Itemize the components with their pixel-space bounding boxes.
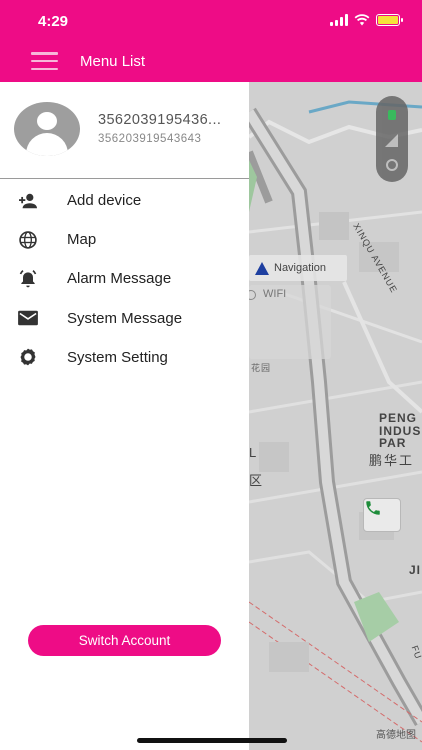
- cellular-signal-icon: [330, 14, 348, 26]
- profile-name: 3562039195436...: [98, 112, 222, 128]
- menu-toggle-button[interactable]: [31, 52, 58, 70]
- gear-icon: [17, 346, 39, 368]
- wifi-info-panel: WIFI: [249, 285, 331, 359]
- district-label-cn: 鹏华工: [369, 453, 415, 468]
- map-view[interactable]: XINQU AVENUE Navigation WIFI PENG INDUS …: [249, 82, 422, 750]
- page-title: Menu List: [80, 53, 146, 70]
- avatar-body: [26, 133, 68, 156]
- status-time: 4:29: [38, 13, 69, 30]
- navigation-arrow-icon: [255, 261, 269, 275]
- menu-item-alarm-message[interactable]: Alarm Message: [0, 259, 249, 298]
- map-provider-logo: 高德地图: [376, 730, 416, 741]
- navigation-label: Navigation: [274, 262, 326, 274]
- add-person-icon: [17, 190, 39, 212]
- hamburger-line: [31, 59, 58, 63]
- switch-account-button[interactable]: Switch Account: [28, 625, 221, 656]
- top-app-bar: 4:29 Menu List: [0, 0, 422, 82]
- globe-icon: [17, 229, 39, 251]
- menu-item-label: System Message: [67, 309, 183, 327]
- avatar: [14, 102, 80, 156]
- call-button[interactable]: [363, 498, 401, 532]
- avatar-head: [37, 112, 57, 130]
- menu-item-system-setting[interactable]: System Setting: [0, 338, 249, 377]
- mail-icon: [17, 307, 39, 329]
- map-partial-label: JI: [409, 563, 422, 577]
- map-partial-label: L: [249, 445, 259, 460]
- hamburger-line: [31, 67, 58, 70]
- menu-item-map[interactable]: Map: [0, 220, 249, 259]
- navigation-button[interactable]: Navigation: [249, 255, 347, 281]
- traffic-toggle-icon[interactable]: [388, 110, 396, 120]
- signal-layer-icon[interactable]: [385, 134, 398, 147]
- map-partial-label: 花园: [251, 363, 272, 373]
- district-label: PENG INDUS PAR: [379, 411, 422, 451]
- locate-icon[interactable]: [386, 159, 398, 171]
- hamburger-line: [31, 52, 58, 55]
- map-layer-controls[interactable]: [376, 96, 408, 182]
- menu-item-label: Add device: [67, 192, 142, 210]
- map-partial-label: 区: [249, 473, 265, 488]
- wifi-label: WIFI: [263, 288, 287, 300]
- wifi-icon: [354, 14, 370, 26]
- menu-item-label: System Setting: [67, 348, 168, 366]
- profile-id: 356203919543643: [98, 133, 202, 145]
- home-indicator: [137, 738, 287, 743]
- battery-icon: [376, 14, 403, 26]
- menu-item-system-message[interactable]: System Message: [0, 299, 249, 338]
- profile-header[interactable]: 3562039195436... 356203919543643: [0, 82, 249, 179]
- menu-item-label: Map: [67, 231, 97, 249]
- menu-item-add-device[interactable]: Add device: [0, 181, 249, 220]
- menu-item-label: Alarm Message: [67, 270, 172, 288]
- drawer-menu: Add device Map Alarm Message System Mess…: [0, 181, 249, 377]
- status-icons: [330, 14, 403, 26]
- wifi-location-icon: [249, 290, 256, 300]
- phone-icon: [366, 501, 380, 515]
- alarm-icon: [17, 268, 39, 290]
